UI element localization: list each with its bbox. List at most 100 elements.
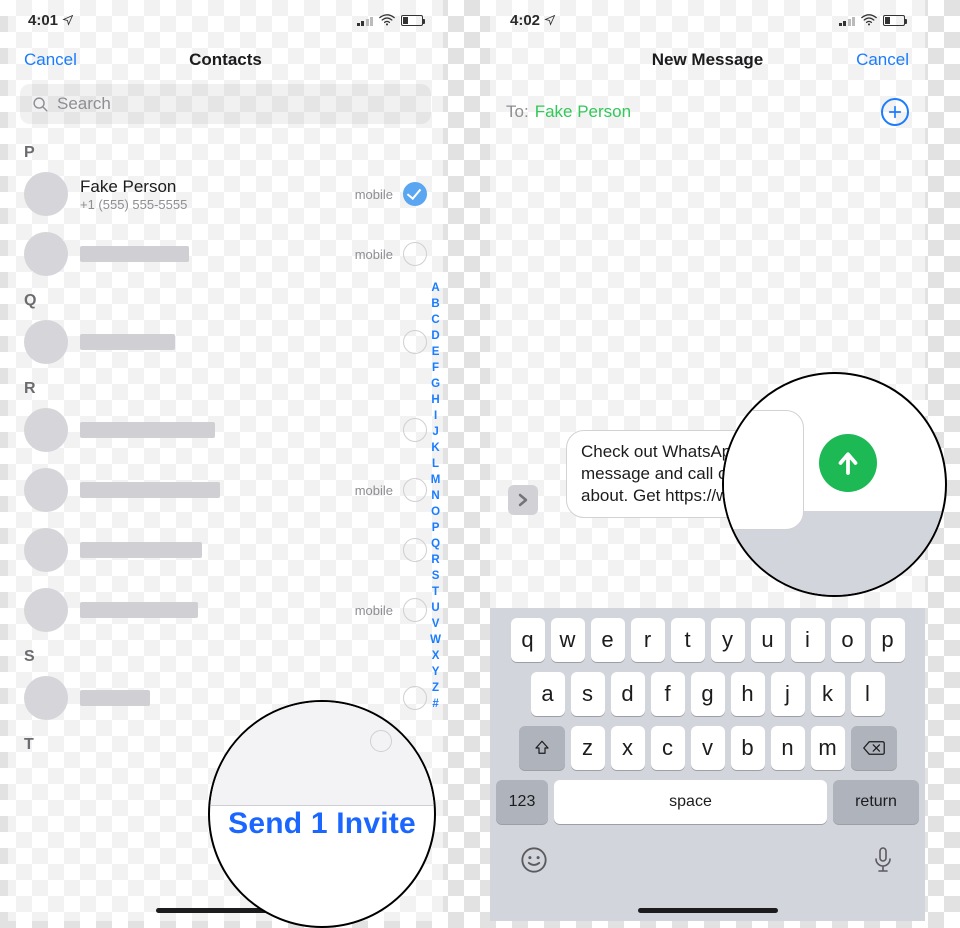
index-letter[interactable]: V xyxy=(430,616,441,632)
key-r[interactable]: r xyxy=(631,618,665,662)
key-y[interactable]: y xyxy=(711,618,745,662)
index-letter[interactable]: T xyxy=(430,584,441,600)
key-123[interactable]: 123 xyxy=(496,780,548,824)
index-letter[interactable]: Q xyxy=(430,536,441,552)
index-letter[interactable]: G xyxy=(430,376,441,392)
key-h[interactable]: h xyxy=(731,672,765,716)
emoji-button[interactable] xyxy=(520,846,548,881)
index-letter[interactable]: S xyxy=(430,568,441,584)
index-letter[interactable]: W xyxy=(430,632,441,648)
key-q[interactable]: q xyxy=(511,618,545,662)
key-w[interactable]: w xyxy=(551,618,585,662)
index-letter[interactable]: F xyxy=(430,360,441,376)
select-checkbox[interactable] xyxy=(403,242,427,266)
key-c[interactable]: c xyxy=(651,726,685,770)
key-t[interactable]: t xyxy=(671,618,705,662)
row-right: mobile xyxy=(355,598,427,622)
index-letter[interactable]: I xyxy=(430,408,441,424)
key-u[interactable]: u xyxy=(751,618,785,662)
index-letter[interactable]: O xyxy=(430,504,441,520)
key-x[interactable]: x xyxy=(611,726,645,770)
contacts-list[interactable]: PFake Person+1 (555) 555-5555mobilemobil… xyxy=(8,136,443,756)
contact-row[interactable] xyxy=(8,520,443,580)
contact-row[interactable] xyxy=(8,400,443,460)
index-letter[interactable]: X xyxy=(430,648,441,664)
index-letter[interactable]: J xyxy=(430,424,441,440)
contact-row[interactable]: Fake Person+1 (555) 555-5555mobile xyxy=(8,164,443,224)
send-button[interactable] xyxy=(819,434,877,492)
index-letter[interactable]: A xyxy=(430,280,441,296)
index-letter[interactable]: D xyxy=(430,328,441,344)
key-m[interactable]: m xyxy=(811,726,845,770)
index-letter[interactable]: H xyxy=(430,392,441,408)
search-bar[interactable] xyxy=(20,84,431,124)
key-k[interactable]: k xyxy=(811,672,845,716)
key-e[interactable]: e xyxy=(591,618,625,662)
send-invite-button[interactable]: Send 1 Invite xyxy=(228,787,416,841)
contact-row[interactable]: mobile xyxy=(8,460,443,520)
key-a[interactable]: a xyxy=(531,672,565,716)
key-n[interactable]: n xyxy=(771,726,805,770)
status-right xyxy=(839,14,906,26)
callout-send-invite: Send 1 Invite xyxy=(208,700,436,928)
contact-text xyxy=(80,602,198,618)
to-recipient[interactable]: Fake Person xyxy=(535,102,631,122)
index-letter[interactable]: Y xyxy=(430,664,441,680)
key-v[interactable]: v xyxy=(691,726,725,770)
index-letter[interactable]: U xyxy=(430,600,441,616)
key-z[interactable]: z xyxy=(571,726,605,770)
to-label: To: xyxy=(506,102,529,122)
time-text: 4:01 xyxy=(28,12,58,29)
dictation-button[interactable] xyxy=(871,846,895,881)
index-letter[interactable]: C xyxy=(430,312,441,328)
index-letter[interactable]: P xyxy=(430,520,441,536)
select-checkbox[interactable] xyxy=(403,182,427,206)
shift-key[interactable] xyxy=(519,726,565,770)
key-b[interactable]: b xyxy=(731,726,765,770)
key-i[interactable]: i xyxy=(791,618,825,662)
select-checkbox[interactable] xyxy=(403,418,427,442)
select-checkbox[interactable] xyxy=(403,598,427,622)
search-icon xyxy=(32,96,49,113)
keyboard[interactable]: qwertyuiop asdfghjkl zxcvbnm 123spaceret… xyxy=(490,608,925,921)
key-d[interactable]: d xyxy=(611,672,645,716)
key-j[interactable]: j xyxy=(771,672,805,716)
select-checkbox[interactable] xyxy=(403,330,427,354)
index-letter[interactable]: Z xyxy=(430,680,441,696)
contact-row[interactable] xyxy=(8,312,443,372)
index-letter[interactable]: K xyxy=(430,440,441,456)
key-o[interactable]: o xyxy=(831,618,865,662)
contact-phone: +1 (555) 555-5555 xyxy=(80,197,187,212)
index-letter[interactable]: M xyxy=(430,472,441,488)
home-indicator[interactable] xyxy=(638,908,778,913)
contact-row[interactable]: mobile xyxy=(8,224,443,284)
contact-row[interactable]: mobile xyxy=(8,580,443,640)
backspace-key[interactable] xyxy=(851,726,897,770)
search-input[interactable] xyxy=(57,94,419,114)
redacted-name xyxy=(80,334,175,350)
chevron-right-icon xyxy=(517,493,529,507)
index-letter[interactable]: N xyxy=(430,488,441,504)
index-letter[interactable]: L xyxy=(430,456,441,472)
select-checkbox[interactable] xyxy=(403,478,427,502)
avatar xyxy=(24,172,68,216)
bubble-fragment xyxy=(722,410,804,530)
index-letter[interactable]: E xyxy=(430,344,441,360)
key-g[interactable]: g xyxy=(691,672,725,716)
key-f[interactable]: f xyxy=(651,672,685,716)
contact-name: Fake Person xyxy=(80,177,187,197)
section-header: R xyxy=(8,372,443,400)
key-p[interactable]: p xyxy=(871,618,905,662)
index-letter[interactable]: B xyxy=(430,296,441,312)
expand-apps-button[interactable] xyxy=(508,485,538,515)
key-space[interactable]: space xyxy=(554,780,827,824)
section-header: Q xyxy=(8,284,443,312)
key-l[interactable]: l xyxy=(851,672,885,716)
key-return[interactable]: return xyxy=(833,780,919,824)
alpha-index[interactable]: ABCDEFGHIJKLMNOPQRSTUVWXYZ# xyxy=(430,280,441,712)
select-checkbox[interactable] xyxy=(403,538,427,562)
key-s[interactable]: s xyxy=(571,672,605,716)
to-field[interactable]: To: Fake Person xyxy=(490,84,925,140)
index-letter[interactable]: R xyxy=(430,552,441,568)
add-recipient-button[interactable] xyxy=(881,98,909,126)
